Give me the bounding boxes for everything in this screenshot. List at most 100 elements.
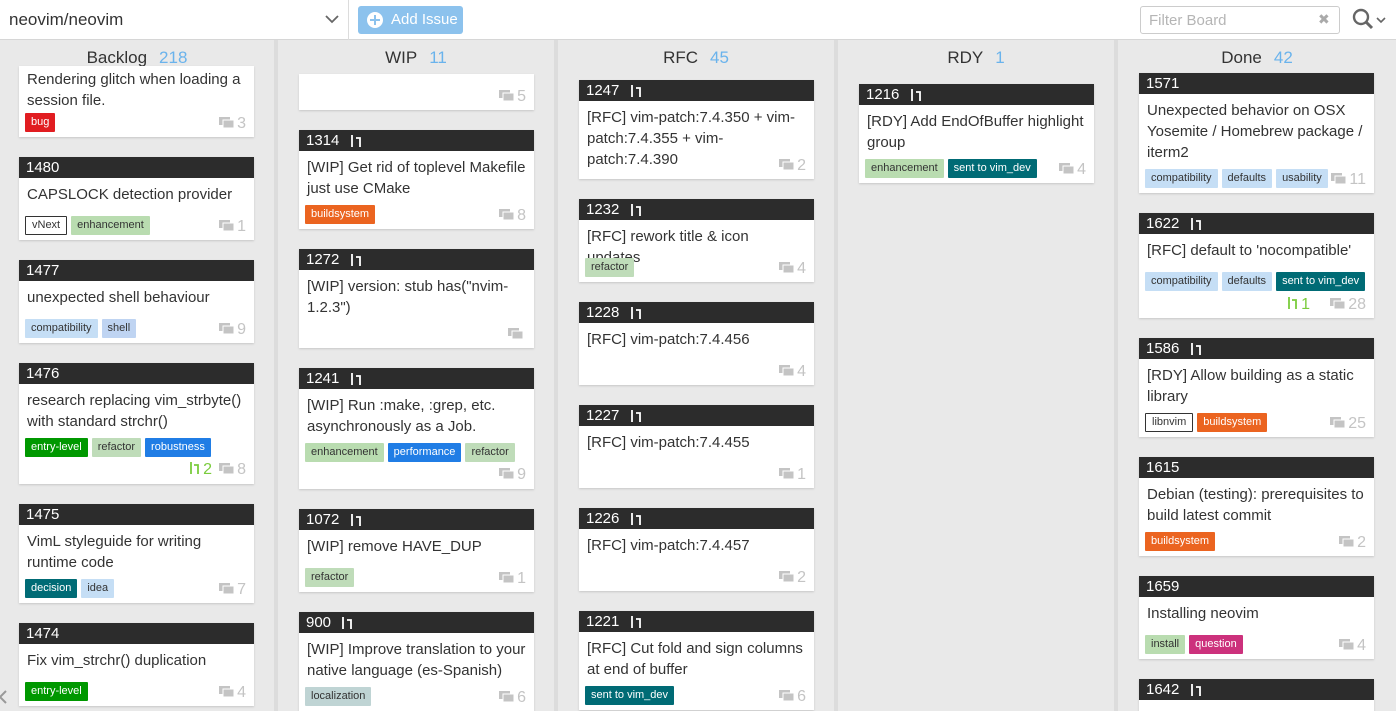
pull-request-icon [1191, 218, 1201, 230]
comment-count: 8 [219, 461, 246, 479]
repo-name: neovim/neovim [9, 10, 124, 29]
issue-card[interactable]: 1474 Fix vim_strchr() duplication entry-… [19, 623, 254, 706]
pull-request-count[interactable]: 2 [189, 461, 212, 479]
label-usability[interactable]: usability [1276, 169, 1328, 188]
scroll-left-icon[interactable] [0, 690, 8, 704]
issue-card[interactable]: 1232 [RFC] rework title & icon updates r… [579, 199, 814, 282]
label-buildsystem[interactable]: buildsystem [305, 205, 376, 224]
card-title: CAPSLOCK detection provider [27, 186, 233, 203]
issue-card[interactable]: 1571 Unexpected behavior on OSX Yosemite… [1139, 73, 1374, 193]
label-entry-level[interactable]: entry-level [25, 682, 88, 701]
card-number: 1571 [1139, 73, 1374, 94]
label-refactor[interactable]: refactor [305, 568, 355, 587]
label-enhancement[interactable]: enhancement [305, 443, 384, 462]
label-decision[interactable]: decision [25, 579, 78, 598]
issue-card[interactable]: 900 [WIP] Improve translation to your na… [299, 612, 534, 711]
label-defaults[interactable]: defaults [1221, 272, 1273, 291]
pull-request-count[interactable]: 1 [1287, 296, 1310, 314]
card-number: 1226 [579, 508, 814, 529]
label-vnext[interactable]: vNext [25, 216, 68, 235]
issue-card[interactable]: 1615 Debian (testing): prerequisites to … [1139, 457, 1374, 556]
comment-icon [499, 209, 515, 221]
issue-card[interactable]: 1642 [1139, 679, 1374, 711]
label-enhancement[interactable]: enhancement [71, 216, 150, 235]
issue-card[interactable]: 5 [299, 74, 534, 110]
label-idea[interactable]: idea [81, 579, 115, 598]
label-compatibility[interactable]: compatibility [25, 319, 98, 338]
issue-card[interactable]: Rendering glitch when loading a session … [19, 66, 254, 137]
issue-card[interactable]: 1226 [RFC] vim-patch:7.4.457 2 [579, 508, 814, 591]
search-icon[interactable] [1352, 8, 1386, 32]
card-title: [WIP] Run :make, :grep, etc. asynchronou… [307, 397, 496, 435]
label-enhancement[interactable]: enhancement [865, 159, 944, 178]
comment-icon [779, 571, 795, 583]
repo-selector[interactable]: neovim/neovim [0, 0, 349, 40]
label-robustness[interactable]: robustness [145, 438, 211, 457]
label-install[interactable]: install [1145, 635, 1186, 654]
label-buildsystem[interactable]: buildsystem [1145, 532, 1216, 551]
comment-count: 4 [779, 260, 806, 278]
label-buildsystem[interactable]: buildsystem [1197, 413, 1268, 432]
issue-card[interactable]: 1659 Installing neovim install question 4 [1139, 576, 1374, 659]
issue-card[interactable]: 1272 [WIP] version: stub has("nvim-1.2.3… [299, 249, 534, 348]
label-question[interactable]: question [1189, 635, 1243, 654]
label-shell[interactable]: shell [101, 319, 137, 338]
issue-card[interactable]: 1476 research replacing vim_strbyte() wi… [19, 363, 254, 484]
label-refactor[interactable]: refactor [585, 258, 635, 277]
label-sent-to-vim-dev[interactable]: sent to vim_dev [1276, 272, 1366, 291]
issue-card[interactable]: 1480 CAPSLOCK detection provider vNext en… [19, 157, 254, 240]
comment-count: 7 [219, 581, 246, 599]
card-number: 1615 [1139, 457, 1374, 478]
issue-card[interactable]: 1622 [RFC] default to 'nocompatible' com… [1139, 213, 1374, 318]
issue-card[interactable]: 1314 [WIP] Get rid of toplevel Makefile … [299, 130, 534, 229]
comment-icon [508, 328, 523, 340]
issue-card[interactable]: 1247 [RFC] vim-patch:7.4.350 + vim-patch… [579, 80, 814, 179]
issue-card[interactable]: 1221 [RFC] Cut fold and sign columns at … [579, 611, 814, 710]
comment-icon [1339, 639, 1355, 651]
column-count: 45 [710, 48, 729, 67]
column-title: RDY [947, 48, 984, 67]
label-localization[interactable]: localization [305, 687, 372, 706]
comment-icon [1339, 536, 1355, 548]
card-number: 1232 [579, 199, 814, 220]
label-refactor[interactable]: refactor [465, 443, 515, 462]
label-performance[interactable]: performance [387, 443, 462, 462]
comment-count: 2 [779, 157, 806, 175]
card-number: 1228 [579, 302, 814, 323]
issue-card[interactable]: 1227 [RFC] vim-patch:7.4.455 1 [579, 405, 814, 488]
label-refactor[interactable]: refactor [91, 438, 142, 457]
label-compatibility[interactable]: compatibility [1145, 169, 1218, 188]
issue-card[interactable]: 1072 [WIP] remove HAVE_DUP refactor 1 [299, 509, 534, 592]
comment-count: 4 [1059, 161, 1086, 179]
label-entry-level[interactable]: entry-level [25, 438, 88, 457]
pull-request-icon [631, 513, 641, 525]
column-title: Done [1221, 48, 1262, 67]
card-title: [WIP] Get rid of toplevel Makefile just … [307, 159, 526, 197]
label-sent-to-vim-dev[interactable]: sent to vim_dev [947, 159, 1037, 178]
comment-count [508, 326, 526, 344]
comment-count: 2 [779, 569, 806, 587]
add-issue-button[interactable]: Add Issue [358, 6, 463, 34]
issue-card[interactable]: 1241 [WIP] Run :make, :grep, etc. asynch… [299, 368, 534, 489]
issue-card[interactable]: 1477 unexpected shell behaviour compatib… [19, 260, 254, 343]
label-sent-to-vim-dev[interactable]: sent to vim_dev [585, 686, 675, 705]
label-bug[interactable]: bug [25, 113, 56, 132]
issue-card[interactable]: 1228 [RFC] vim-patch:7.4.456 4 [579, 302, 814, 385]
issue-card[interactable]: 1475 VimL styleguide for writing runtime… [19, 504, 254, 603]
issue-card[interactable]: 1586 [RDY] Allow building as a static li… [1139, 338, 1374, 437]
label-compatibility[interactable]: compatibility [1145, 272, 1218, 291]
comment-icon [219, 220, 235, 232]
column-title: WIP [385, 48, 418, 67]
comment-count: 1 [219, 218, 246, 236]
comment-icon [219, 583, 235, 595]
issue-card[interactable]: 1216 [RDY] Add EndOfBuffer highlight gro… [859, 84, 1094, 183]
column-count: 218 [159, 48, 188, 67]
comment-count: 25 [1330, 415, 1366, 433]
pull-request-icon [1191, 343, 1201, 355]
filter-input[interactable] [1149, 11, 1309, 29]
card-title: [RDY] Allow building as a static library [1147, 367, 1354, 405]
label-libnvim[interactable]: libnvim [1145, 413, 1194, 432]
label-defaults[interactable]: defaults [1221, 169, 1273, 188]
clear-icon[interactable]: ✖ [1318, 11, 1330, 28]
comment-count: 4 [219, 684, 246, 702]
